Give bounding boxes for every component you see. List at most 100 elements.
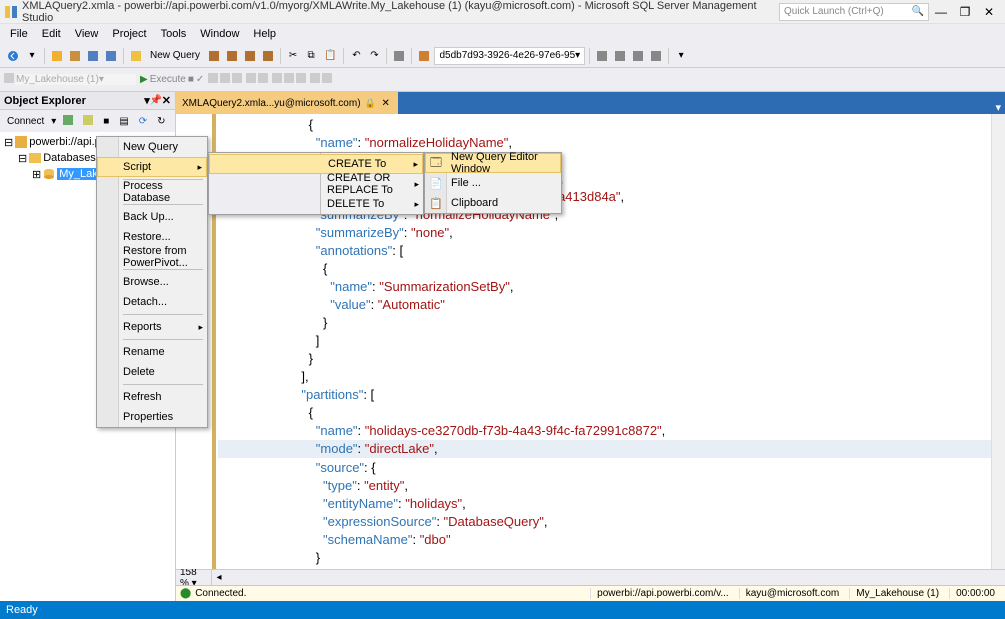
menu-tools[interactable]: Tools [155,26,193,42]
oe-tb2[interactable] [80,114,96,129]
new-query-button[interactable]: New Query [146,50,204,61]
app-icon [4,5,18,19]
refresh-icon[interactable]: ⟳ [136,115,150,128]
ctx-detach[interactable]: Detach... [97,292,207,312]
tb2-m6[interactable] [272,73,282,86]
ctx-restore-pp[interactable]: Restore from PowerPivot... [97,247,207,267]
paste-icon[interactable]: 📋 [321,47,339,65]
connect-button[interactable]: Connect [4,115,47,128]
editor-footer: 158 % ▾ ◂ [176,569,1005,585]
menu-bar: File Edit View Project Tools Window Help [0,24,1005,44]
menu-file[interactable]: File [4,26,34,42]
ctx-delete[interactable]: Delete [97,362,207,382]
tb2-m10[interactable] [322,73,332,86]
ctx-delete-to[interactable]: DELETE To [209,194,423,214]
ctx-create-or-replace-to[interactable]: CREATE OR REPLACE To [209,174,423,194]
ctx-restore[interactable]: Restore... [97,227,207,247]
oe-tb3[interactable]: ■ [100,115,112,128]
oe-tb4[interactable]: ▤ [116,115,131,128]
tab-close-icon[interactable]: ✕ [380,97,392,109]
connection-statusbar: ⬤ Connected. powerbi://api.powerbi.com/v… [176,585,1005,601]
menu-window[interactable]: Window [194,26,245,42]
new-item-icon[interactable] [49,47,65,65]
tb-misc1[interactable] [391,47,407,65]
oe-tb1[interactable] [60,114,76,129]
ctx-script[interactable]: Script [97,157,207,177]
object-explorer-header: Object Explorer ▾ 📌 ✕ [0,92,175,110]
save-all-icon[interactable] [85,47,101,65]
tb-icon-4[interactable] [648,47,664,65]
ctx-refresh[interactable]: Refresh [97,387,207,407]
menu-project[interactable]: Project [106,26,152,42]
minimize-button[interactable]: — [929,2,953,22]
main-toolbar: ▾ New Query ✂ ⧉ 📋 ↶ ↷ d5db7d93-3926-4e26… [0,44,1005,68]
database-dropdown[interactable]: My_Lakehouse (1)▾ [16,74,136,85]
tb-icon-2[interactable] [612,47,628,65]
save-icon[interactable] [103,47,119,65]
open-icon[interactable] [67,47,83,65]
status-ready: Ready [6,604,38,616]
tb2-icon1[interactable] [4,73,14,86]
tb2-m8[interactable] [296,73,306,86]
tb2-m3[interactable] [232,73,242,86]
tb2-m5[interactable] [258,73,268,86]
new-query-icon[interactable] [128,47,144,65]
title-bar: XMLAQuery2.xmla - powerbi://api.powerbi.… [0,0,1005,24]
status-time: 00:00:00 [949,588,1001,599]
file-icon: 📄 [429,177,443,190]
panel-close-icon[interactable]: ✕ [162,94,171,107]
menu-edit[interactable]: Edit [36,26,67,42]
oe-tb5[interactable]: ↻ [154,115,168,128]
ctx-create-to[interactable]: CREATE To [209,154,423,174]
tb-btn-c[interactable] [242,47,258,65]
menu-help[interactable]: Help [247,26,282,42]
ctx-new-query-window[interactable]: 🗔 New Query Editor Window [425,153,561,173]
ctx-browse[interactable]: Browse... [97,272,207,292]
execute-icon[interactable]: ▶ [140,74,148,85]
tb-btn-b[interactable] [224,47,240,65]
tb2-m9[interactable] [310,73,320,86]
tb-icon-5[interactable]: ▾ [673,47,689,65]
copy-icon[interactable]: ⧉ [303,47,319,65]
undo-icon[interactable]: ↶ [348,47,364,65]
ctx-clipboard[interactable]: 📋 Clipboard [425,193,561,213]
tabs-dropdown-icon[interactable]: ▾ [991,101,1005,114]
ctx-rename[interactable]: Rename [97,342,207,362]
redo-icon[interactable]: ↷ [366,47,382,65]
tb2-m4[interactable] [246,73,256,86]
stop-icon[interactable]: ■ [188,74,194,85]
nav-back-button[interactable] [4,47,22,65]
status-db: My_Lakehouse (1) [849,588,945,599]
tb2-m1[interactable] [208,73,218,86]
ctx-new-query[interactable]: New Query [97,137,207,157]
tb2-m2[interactable] [220,73,230,86]
quick-launch-input[interactable]: Quick Launch (Ctrl+Q) 🔍 [779,3,929,21]
cut-icon[interactable]: ✂ [285,47,301,65]
maximize-button[interactable]: ❐ [953,2,977,22]
ctx-file[interactable]: 📄 File ... [425,173,561,193]
tb-misc2[interactable] [416,47,432,65]
hscroll-left[interactable]: ◂ [212,572,226,583]
close-button[interactable]: ✕ [977,2,1001,22]
parse-icon[interactable]: ✓ [196,74,204,85]
tb2-m7[interactable] [284,73,294,86]
tb-icon-3[interactable] [630,47,646,65]
context-menu-script: Script Database as ▸ CREATE To CREATE OR… [208,152,424,215]
query-toolbar: My_Lakehouse (1)▾ ▶ Execute ■ ✓ [0,68,1005,92]
menu-view[interactable]: View [69,26,105,42]
context-guid-dropdown[interactable]: d5db7d93-3926-4e26-97e6-95▾ [434,47,585,65]
ctx-process-db[interactable]: Process Database [97,182,207,202]
execute-button[interactable]: Execute [150,74,186,85]
document-tab[interactable]: XMLAQuery2.xmla...yu@microsoft.com) 🔒 ✕ [176,92,398,114]
ctx-reports[interactable]: Reports [97,317,207,337]
ctx-properties[interactable]: Properties [97,407,207,427]
tb-btn-d[interactable] [260,47,276,65]
connection-status: Connected. [195,588,246,599]
ctx-backup[interactable]: Back Up... [97,207,207,227]
nav-fwd-button[interactable]: ▾ [24,47,40,65]
folder-icon [29,152,41,164]
tb-btn-a[interactable] [206,47,222,65]
pin-icon[interactable]: 📌 [150,95,162,106]
vertical-scrollbar[interactable] [991,114,1005,569]
tb-icon-1[interactable] [594,47,610,65]
